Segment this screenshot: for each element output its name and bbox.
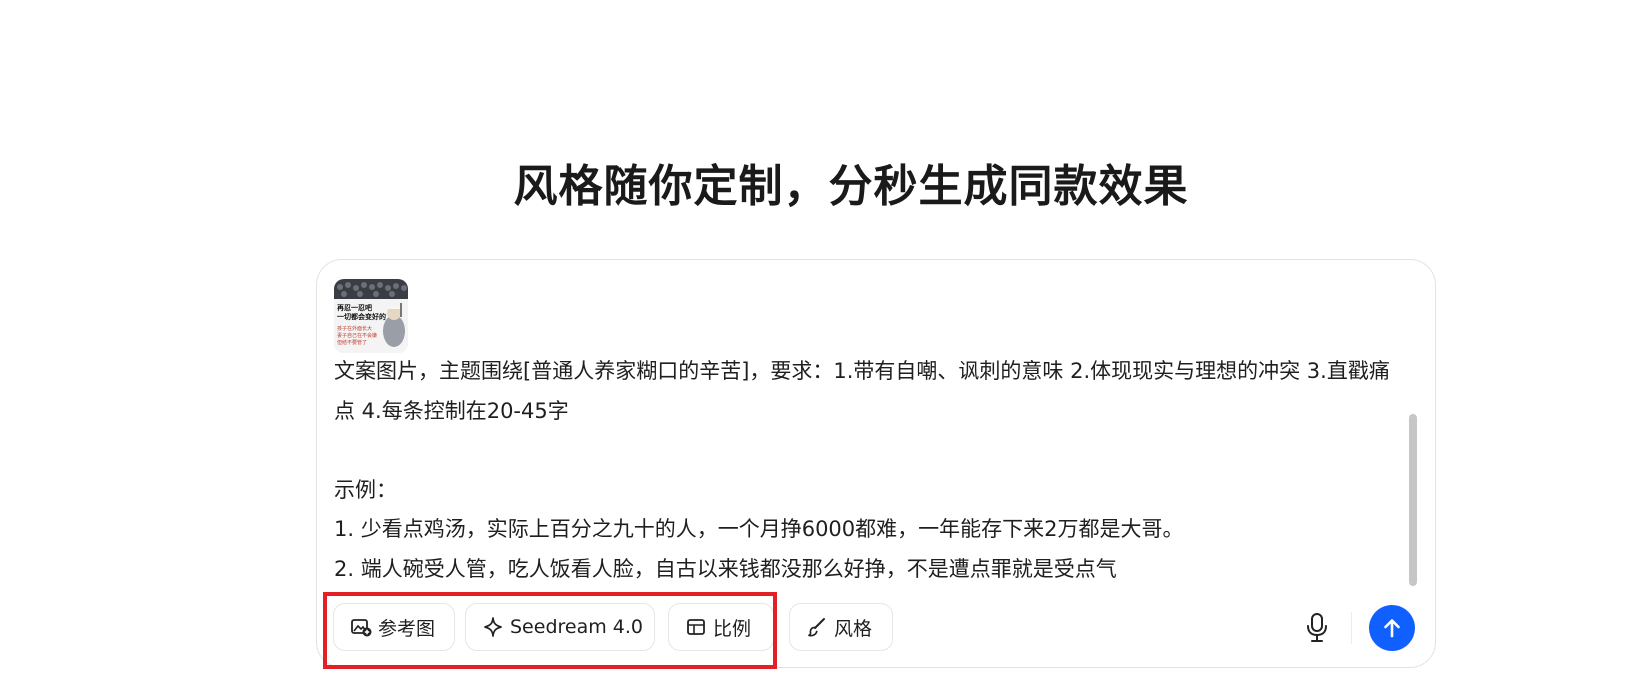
reference-image-thumbnail[interactable]: 再忍一忍吧 一切都会变好的 孩子在外面长大 妻子自己在不会嫌 但结不要管了 bbox=[334, 279, 408, 353]
toolbar-highlight-annotation bbox=[323, 592, 777, 669]
arrow-up-icon bbox=[1384, 619, 1400, 638]
prompt-text: 文案图片，主题围绕[普通人养家糊口的辛苦]，要求：1.带有自嘲、讽刺的意味 2.… bbox=[334, 359, 1390, 581]
thumb-caption-line-2: 一切都会变好的 bbox=[337, 312, 386, 321]
page-title: 风格随你定制，分秒生成同款效果 bbox=[513, 161, 1189, 212]
toolbar-divider bbox=[1351, 612, 1352, 644]
page: 风格随你定制，分秒生成同款效果 再忍一忍吧 一切都会变好的 孩子在外面长大 妻子… bbox=[0, 0, 1632, 679]
style-button[interactable]: 风格 bbox=[789, 603, 893, 651]
style-label: 风格 bbox=[834, 617, 873, 640]
voice-input-button[interactable] bbox=[1302, 611, 1332, 645]
brush-icon bbox=[806, 616, 828, 638]
prompt-scrollbar[interactable] bbox=[1409, 414, 1417, 586]
send-button[interactable] bbox=[1369, 605, 1415, 651]
microphone-icon bbox=[1307, 613, 1327, 642]
thumb-caption-line-3: 孩子在外面长大 bbox=[337, 325, 372, 332]
thumb-caption-line-1: 再忍一忍吧 bbox=[337, 304, 372, 312]
meme-image: 再忍一忍吧 一切都会变好的 孩子在外面长大 妻子自己在不会嫌 但结不要管了 bbox=[334, 279, 408, 353]
thumb-caption-line-4: 妻子自己在不会嫌 bbox=[337, 332, 377, 339]
prompt-textarea[interactable]: 文案图片，主题围绕[普通人养家糊口的辛苦]，要求：1.带有自嘲、讽刺的意味 2.… bbox=[334, 356, 1414, 588]
thumb-caption-line-5: 但结不要管了 bbox=[337, 339, 367, 346]
